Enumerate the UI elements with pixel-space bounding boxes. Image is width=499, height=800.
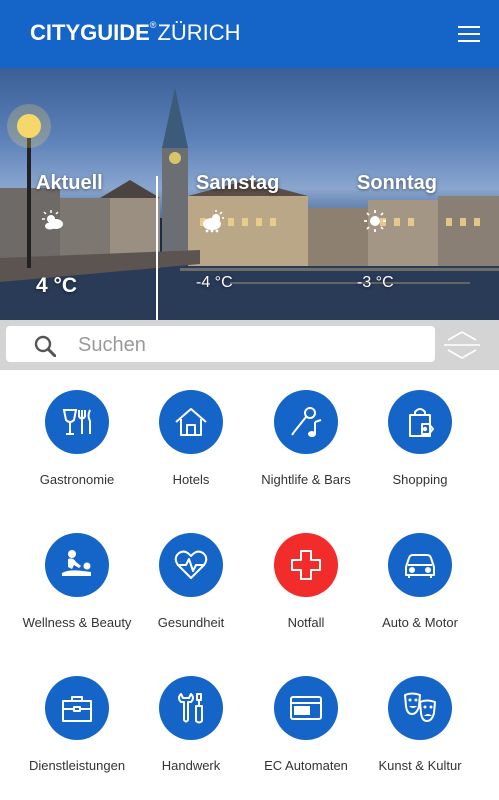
- house-icon: [175, 408, 207, 436]
- weather-day-sunday: Sonntag: [357, 172, 437, 194]
- weather-temp-saturday: -4 °C: [196, 274, 233, 291]
- search-box[interactable]: [6, 326, 435, 362]
- category-label: Hotels: [172, 472, 210, 487]
- logo-city-text: CITYGUIDE: [30, 20, 150, 45]
- category-icon-circle: [388, 390, 452, 454]
- weather-day-saturday: Samstag: [196, 172, 280, 194]
- cross-icon: [291, 550, 321, 580]
- app-logo[interactable]: CITYGUIDE®ZÜRICH: [30, 20, 241, 46]
- weather-temp-sunday: -3 °C: [357, 274, 394, 291]
- category-kunst-kultur[interactable]: Kunst & Kultur: [358, 676, 482, 774]
- search-input[interactable]: [76, 328, 430, 362]
- category-label: Auto & Motor: [382, 615, 458, 630]
- category-label: Notfall: [287, 615, 325, 630]
- category-notfall[interactable]: Notfall: [244, 533, 368, 631]
- category-label: Wellness & Beauty: [22, 615, 132, 630]
- category-wellness[interactable]: Wellness & Beauty: [15, 533, 139, 631]
- weather-divider: [156, 176, 158, 320]
- category-label: Dienstleistungen: [28, 758, 126, 773]
- tools-icon: [178, 693, 203, 724]
- weather-temp-current: 4 °C: [36, 274, 78, 297]
- theater-masks-icon: [404, 692, 436, 722]
- category-label: Handwerk: [161, 758, 221, 773]
- hamburger-menu-icon[interactable]: [458, 26, 480, 43]
- category-handwerk[interactable]: Handwerk: [129, 676, 253, 774]
- heartbeat-icon: [174, 550, 208, 579]
- category-gesundheit[interactable]: Gesundheit: [129, 533, 253, 631]
- category-nightlife[interactable]: Nightlife & Bars: [244, 390, 368, 488]
- restaurant-icon: [62, 409, 91, 435]
- shopping-bag-icon: [409, 408, 434, 437]
- category-icon-circle: [159, 533, 223, 597]
- category-icon-circle: [274, 676, 338, 740]
- car-icon: [405, 554, 435, 578]
- category-hotels[interactable]: Hotels: [129, 390, 253, 488]
- card-icon: [290, 696, 322, 720]
- category-icon-circle: [388, 676, 452, 740]
- category-icon-circle: [159, 676, 223, 740]
- category-label: Gesundheit: [157, 615, 225, 630]
- category-label: EC Automaten: [264, 758, 348, 773]
- weather-day-current: Aktuell: [36, 172, 103, 194]
- logo-registered-mark: ®: [149, 20, 157, 30]
- search-icon[interactable]: [34, 335, 57, 362]
- category-dienstleistungen[interactable]: Dienstleistungen: [15, 676, 139, 774]
- category-label: Kunst & Kultur: [378, 758, 462, 773]
- microphone-music-icon: [291, 407, 322, 437]
- category-auto[interactable]: Auto & Motor: [358, 533, 482, 631]
- weather-hero: Aktuell 4 °C Samstag -4 °C Sonntag -3 °C: [0, 68, 499, 320]
- category-label: Gastronomie: [39, 472, 115, 487]
- category-icon-circle: [45, 533, 109, 597]
- logo-place-text: ZÜRICH: [157, 20, 241, 45]
- category-icon-circle: [274, 533, 338, 597]
- category-icon-circle: [45, 676, 109, 740]
- category-icon-circle: [274, 390, 338, 454]
- briefcase-icon: [62, 696, 92, 722]
- category-ec-automaten[interactable]: EC Automaten: [244, 676, 368, 774]
- category-icon-circle: [388, 533, 452, 597]
- app-header: CITYGUIDE®ZÜRICH: [0, 0, 499, 68]
- category-label: Nightlife & Bars: [261, 472, 351, 487]
- sort-arrows-icon[interactable]: [442, 328, 482, 362]
- category-gastronomie[interactable]: Gastronomie: [15, 390, 139, 488]
- category-icon-circle: [45, 390, 109, 454]
- search-bar: [0, 320, 499, 370]
- category-icon-circle: [159, 390, 223, 454]
- category-shopping[interactable]: Shopping: [358, 390, 482, 488]
- category-label: Shopping: [392, 472, 448, 487]
- massage-icon: [62, 550, 91, 576]
